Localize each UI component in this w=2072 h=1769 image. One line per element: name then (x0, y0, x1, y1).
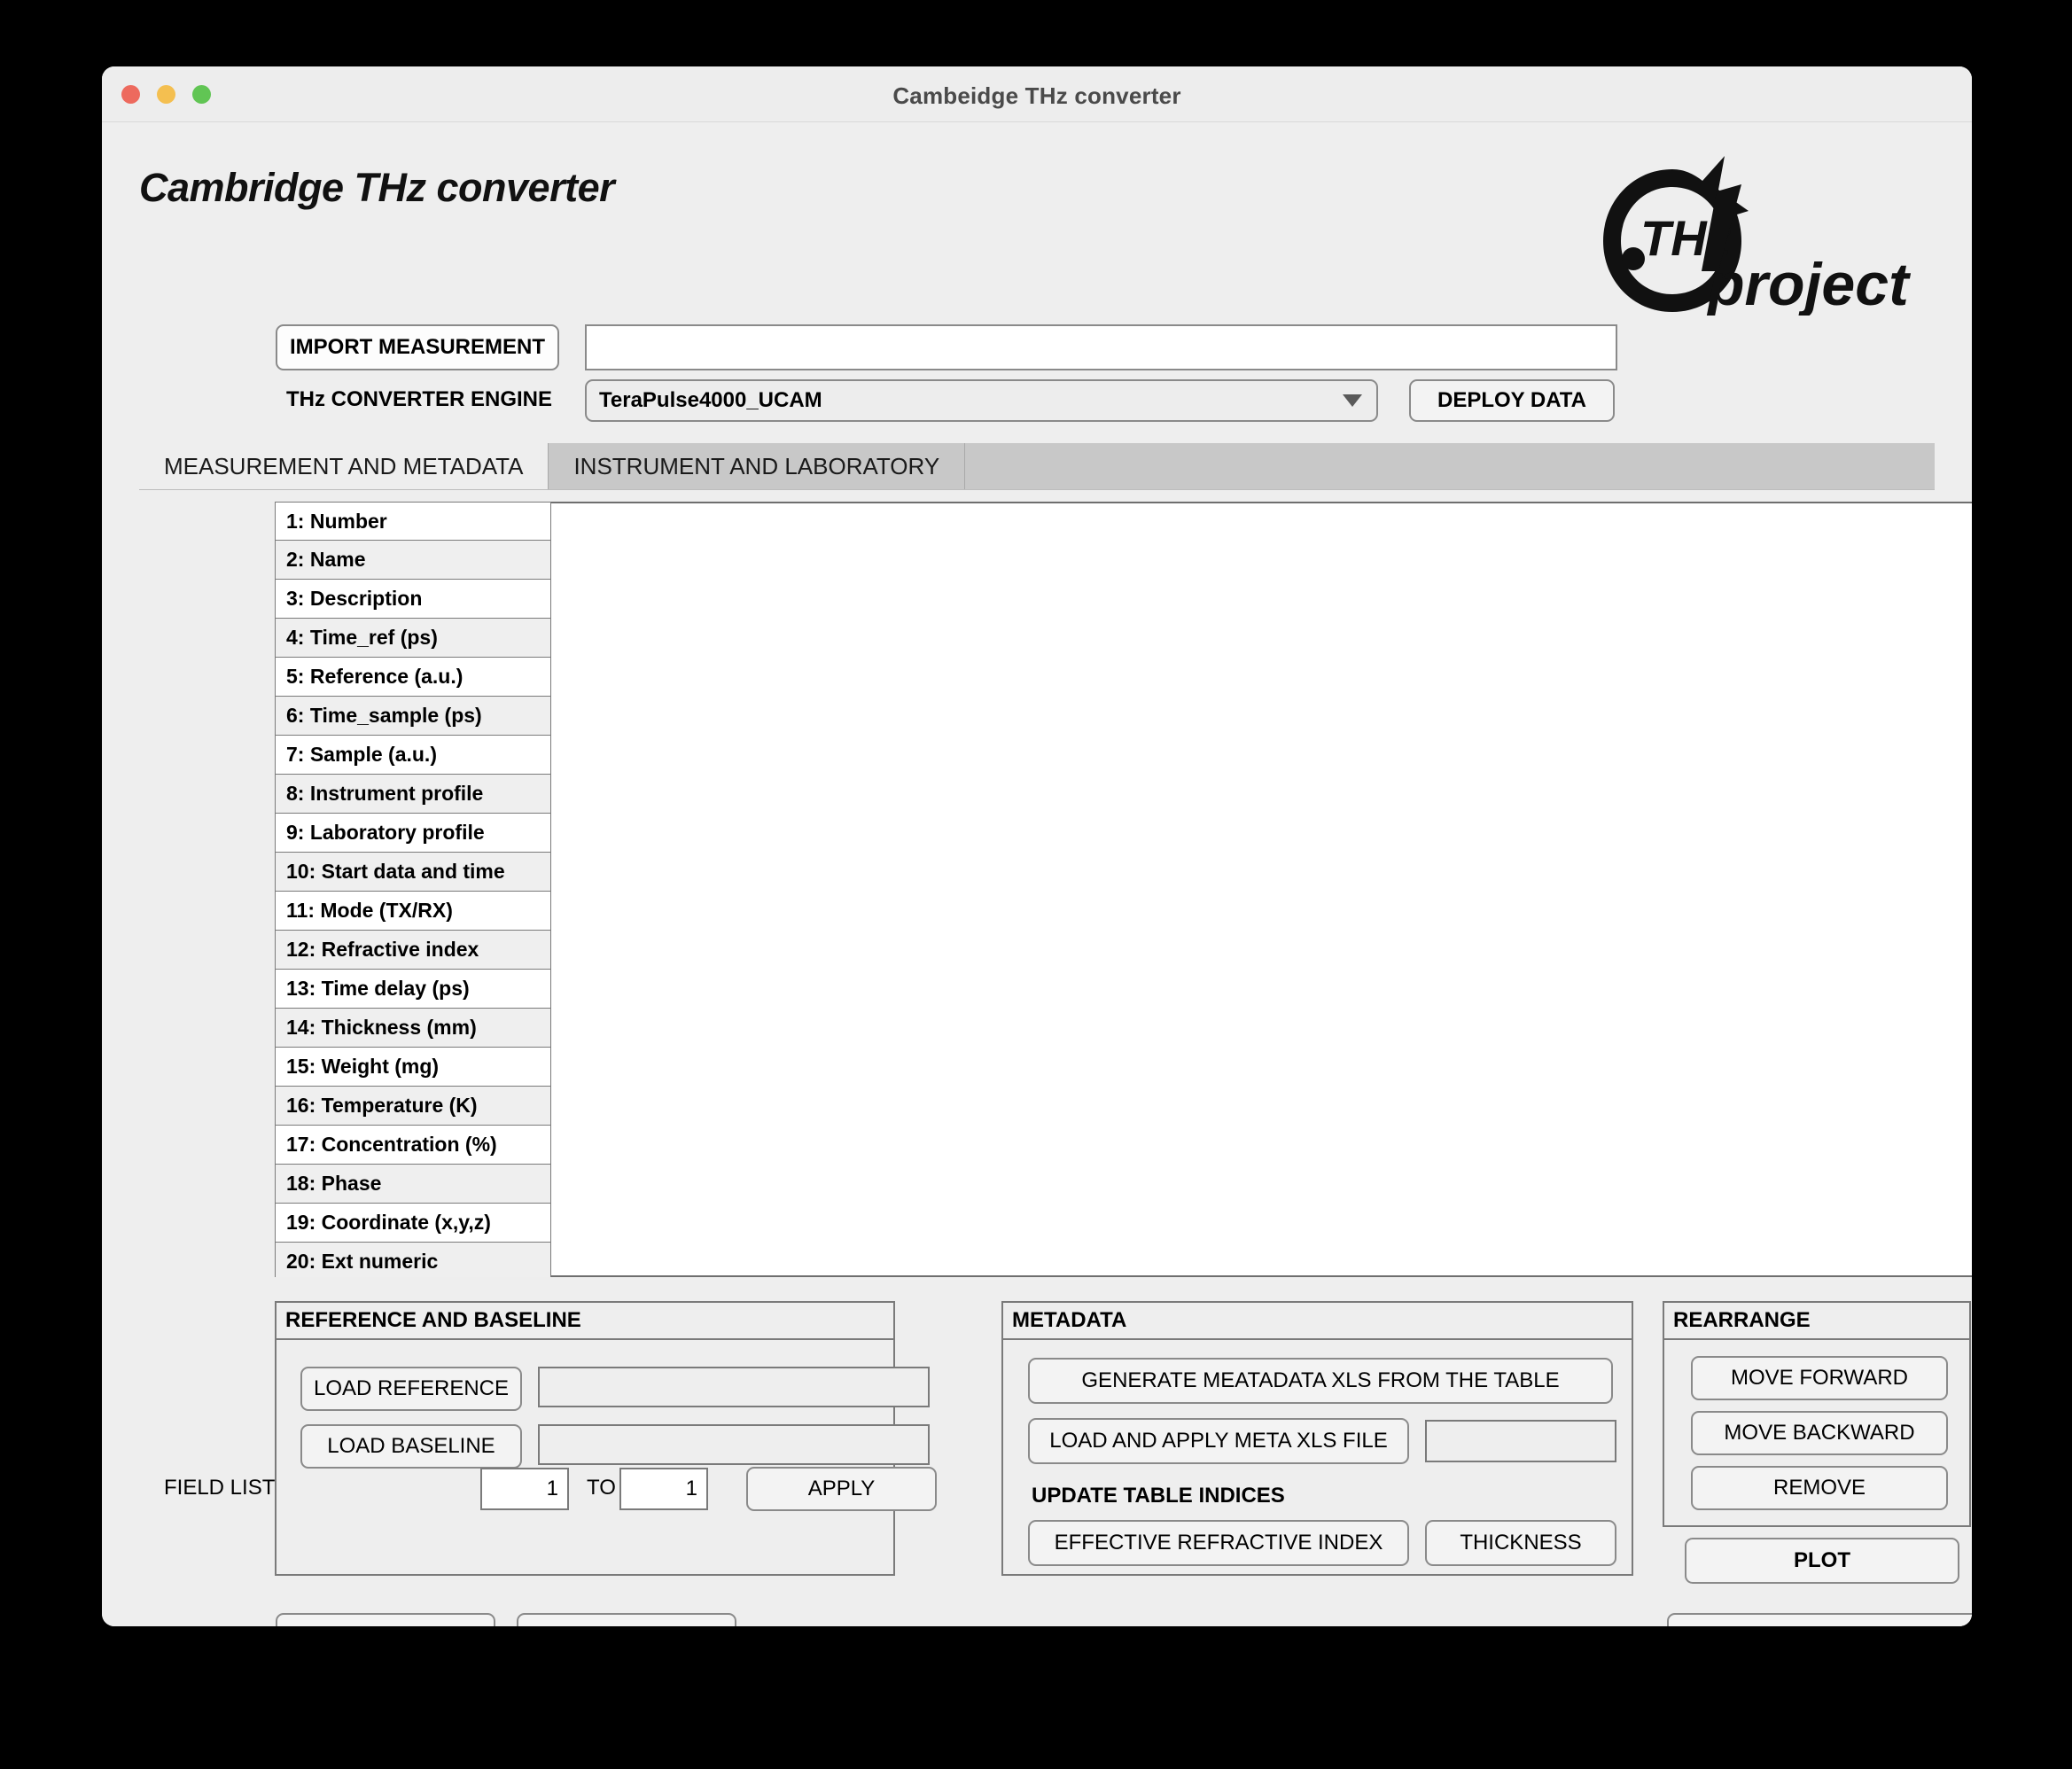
list-item[interactable]: 4: Time_ref (ps) (275, 619, 551, 658)
list-item-label: 1: Number (286, 509, 387, 533)
list-item-label: 12: Refractive index (286, 938, 479, 961)
list-item-label: 19: Coordinate (x,y,z) (286, 1211, 491, 1234)
export-thz-file-button[interactable]: EXPORT THz FILE (1667, 1613, 1972, 1626)
list-item-label: 13: Time delay (ps) (286, 977, 470, 1000)
import-thz-file-button[interactable]: IMPORT THz FILE (517, 1613, 736, 1626)
list-item-label: 16: Temperature (K) (286, 1094, 478, 1117)
list-item-label: 9: Laboratory profile (286, 821, 485, 844)
engine-selected-value: TeraPulse4000_UCAM (599, 388, 822, 412)
list-item[interactable]: 9: Laboratory profile (275, 814, 551, 853)
window-titlebar: Cambeidge THz converter (102, 66, 1972, 122)
list-item-label: 3: Description (286, 587, 423, 610)
list-item[interactable]: 7: Sample (a.u.) (275, 736, 551, 775)
list-item-label: 6: Time_sample (ps) (286, 704, 482, 727)
tab-bar: MEASUREMENT AND METADATA INSTRUMENT AND … (139, 443, 1935, 490)
move-forward-button[interactable]: MOVE FORWARD (1691, 1356, 1948, 1400)
generate-metadata-xls-button[interactable]: GENERATE MEATADATA XLS FROM THE TABLE (1028, 1358, 1613, 1404)
page-title: Cambridge THz converter (139, 165, 615, 210)
list-item[interactable]: 2: Name (275, 541, 551, 580)
list-item-label: 2: Name (286, 548, 366, 571)
list-item-label: 10: Start data and time (286, 860, 505, 883)
field-list-label: FIELD LIST (164, 1476, 276, 1500)
list-item[interactable]: 8: Instrument profile (275, 775, 551, 814)
reference-and-baseline-panel: REFERENCE AND BASELINE LOAD REFERENCE LO… (275, 1301, 930, 1576)
list-item[interactable]: 17: Concentration (%) (275, 1126, 551, 1165)
list-item[interactable]: 10: Start data and time (275, 853, 551, 892)
move-backward-button[interactable]: MOVE BACKWARD (1691, 1411, 1948, 1455)
list-item-label: 15: Weight (mg) (286, 1055, 440, 1078)
update-table-indices-label: UPDATE TABLE INDICES (1032, 1484, 1285, 1508)
measurement-path-input[interactable] (585, 324, 1617, 370)
metadata-panel: METADATA GENERATE MEATADATA XLS FROM THE… (1001, 1301, 1633, 1576)
load-baseline-button[interactable]: LOAD BASELINE (300, 1424, 522, 1469)
load-apply-meta-xls-button[interactable]: LOAD AND APPLY META XLS FILE (1028, 1418, 1409, 1464)
list-item[interactable]: 6: Time_sample (ps) (275, 697, 551, 736)
tab-instrument-and-laboratory[interactable]: INSTRUMENT AND LABORATORY (549, 443, 966, 489)
list-item-label: 18: Phase (286, 1172, 382, 1195)
list-item-label: 4: Time_ref (ps) (286, 626, 438, 649)
load-reference-button[interactable]: LOAD REFERENCE (300, 1367, 522, 1411)
metadata-title: METADATA (1003, 1303, 1632, 1340)
plot-button[interactable]: PLOT (1685, 1538, 1959, 1584)
list-item[interactable]: 1: Number (275, 502, 551, 541)
list-item[interactable]: 15: Weight (mg) (275, 1048, 551, 1087)
rearrange-panel: REARRANGE MOVE FORWARD MOVE BACKWARD REM… (1663, 1301, 1971, 1527)
rearrange-title: REARRANGE (1664, 1303, 1969, 1340)
field-list[interactable]: 1: Number 2: Name 3: Description 4: Time_re… (275, 502, 551, 1277)
svg-text:project: project (1706, 251, 1911, 316)
list-item[interactable]: 5: Reference (a.u.) (275, 658, 551, 697)
list-item[interactable]: 12: Refractive index (275, 931, 551, 970)
effective-refractive-index-button[interactable]: EFFECTIVE REFRACTIVE INDEX (1028, 1520, 1409, 1566)
remove-button[interactable]: REMOVE (1691, 1466, 1948, 1510)
chevron-down-icon (1343, 394, 1362, 407)
reference-and-baseline-title: REFERENCE AND BASELINE (277, 1303, 893, 1340)
list-item-label: 8: Instrument profile (286, 782, 484, 805)
list-item[interactable]: 13: Time delay (ps) (275, 970, 551, 1009)
list-item-label: 7: Sample (a.u.) (286, 743, 437, 766)
engine-select[interactable]: TeraPulse4000_UCAM (585, 379, 1378, 422)
thickness-button[interactable]: THICKNESS (1425, 1520, 1616, 1566)
list-item[interactable]: 20: Ext numeric (275, 1243, 551, 1277)
import-measurement-button[interactable]: IMPORT MEASUREMENT (276, 324, 559, 370)
list-item[interactable]: 14: Thickness (mm) (275, 1009, 551, 1048)
clear-memory-button[interactable]: CLEAR MEMORY (276, 1613, 495, 1626)
field-list-to-input[interactable]: 1 (619, 1468, 708, 1510)
window-content: Cambridge THz converter THz project IMPO… (102, 122, 1972, 1626)
list-item-label: 14: Thickness (mm) (286, 1016, 477, 1039)
list-item[interactable]: 18: Phase (275, 1165, 551, 1204)
thz-project-logo-icon: THz project (1603, 156, 1911, 316)
field-list-to-label: TO (587, 1476, 616, 1500)
list-item[interactable]: 3: Description (275, 580, 551, 619)
list-item[interactable]: 16: Temperature (K) (275, 1087, 551, 1126)
list-item[interactable]: 19: Coordinate (x,y,z) (275, 1204, 551, 1243)
tab-measurement-and-metadata[interactable]: MEASUREMENT AND METADATA (139, 443, 549, 489)
reference-path-input[interactable] (538, 1367, 930, 1407)
list-item-label: 17: Concentration (%) (286, 1133, 497, 1156)
baseline-path-input[interactable] (538, 1424, 930, 1465)
engine-label: THz CONVERTER ENGINE (286, 387, 553, 411)
meta-file-path-input[interactable] (1425, 1420, 1616, 1462)
field-list-from-input[interactable]: 1 (480, 1468, 569, 1510)
apply-button[interactable]: APPLY (746, 1467, 937, 1511)
deploy-data-button[interactable]: DEPLOY DATA (1409, 379, 1615, 422)
window-title: Cambeidge THz converter (892, 82, 1181, 109)
list-item-label: 11: Mode (TX/RX) (286, 899, 453, 922)
list-item[interactable]: 11: Mode (TX/RX) (275, 892, 551, 931)
application-window: Cambeidge THz converter Cambridge THz co… (102, 66, 1972, 1626)
list-item-label: 20: Ext numeric (286, 1250, 439, 1273)
list-item-label: 5: Reference (a.u.) (286, 665, 463, 688)
